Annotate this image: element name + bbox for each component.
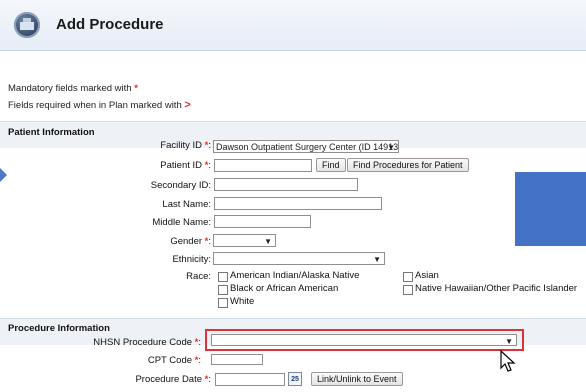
mouse-pointer-icon	[500, 350, 516, 372]
race-label-black: Black or African American	[230, 283, 339, 294]
patient-id-label: Patient ID *:	[160, 160, 211, 171]
nhsn-code-highlight	[205, 329, 524, 351]
race-label-white: White	[230, 296, 255, 307]
page-header: Add Procedure	[0, 0, 586, 51]
accent-block	[515, 172, 586, 246]
mandatory-marker: *	[134, 83, 138, 94]
last-name-input[interactable]	[214, 197, 382, 210]
find-button[interactable]: Find	[316, 158, 346, 172]
plan-marker: >	[184, 99, 191, 111]
race-checkbox-asian[interactable]	[403, 272, 413, 282]
facility-select[interactable]: Dawson Outpatient Surgery Center (ID 149…	[213, 140, 399, 153]
ethnicity-label: Ethnicity:	[172, 254, 211, 265]
plan-note-text: Fields required when in Plan marked with	[8, 100, 182, 111]
facility-select-value: Dawson Outpatient Surgery Center (ID 149…	[216, 142, 399, 152]
secondary-id-label: Secondary ID:	[150, 180, 211, 191]
procedure-date-label: Procedure Date *:	[135, 374, 211, 385]
page-title: Add Procedure	[56, 16, 164, 33]
nhsn-code-label: NHSN Procedure Code *:	[93, 337, 201, 348]
race-label-american-indian: American Indian/Alaska Native	[230, 270, 360, 281]
race-checkbox-native-hawaiian[interactable]	[403, 285, 413, 295]
patient-section-title: Patient Information	[8, 127, 95, 138]
gender-label: Gender *:	[170, 236, 211, 247]
procedure-section-title: Procedure Information	[8, 323, 110, 334]
secondary-id-input[interactable]	[214, 178, 358, 191]
race-checkbox-american-indian[interactable]	[218, 272, 228, 282]
cpt-code-input[interactable]	[211, 354, 263, 365]
chevron-down-icon: ▼	[373, 255, 381, 264]
gender-select[interactable]: ▼	[213, 234, 276, 247]
mandatory-note-text: Mandatory fields marked with	[8, 83, 132, 94]
patient-id-input[interactable]	[214, 159, 312, 172]
procedure-date-input[interactable]	[215, 373, 285, 386]
race-checkbox-white[interactable]	[218, 298, 228, 308]
race-label: Race:	[186, 271, 211, 282]
last-name-label: Last Name:	[162, 199, 211, 210]
race-checkbox-black[interactable]	[218, 285, 228, 295]
race-label-native-hawaiian: Native Hawaiian/Other Pacific Islander	[415, 283, 578, 294]
facility-building-icon	[14, 12, 40, 38]
arrow-right-icon	[0, 168, 7, 182]
race-label-asian: Asian	[415, 270, 439, 281]
middle-name-input[interactable]	[214, 215, 311, 228]
ethnicity-select[interactable]: ▼	[213, 252, 385, 265]
plan-note: Fields required when in Plan marked with…	[8, 99, 191, 111]
facility-id-label: Facility ID *:	[160, 140, 211, 151]
cpt-code-label: CPT Code *:	[147, 355, 201, 366]
calendar-icon[interactable]: 25	[288, 372, 302, 386]
mandatory-note: Mandatory fields marked with *	[8, 83, 138, 94]
middle-name-label: Middle Name:	[152, 217, 211, 228]
chevron-down-icon: ▼	[387, 143, 395, 152]
link-unlink-event-button[interactable]: Link/Unlink to Event	[311, 372, 403, 386]
chevron-down-icon: ▼	[264, 237, 272, 246]
find-procedures-button[interactable]: Find Procedures for Patient	[347, 158, 469, 172]
